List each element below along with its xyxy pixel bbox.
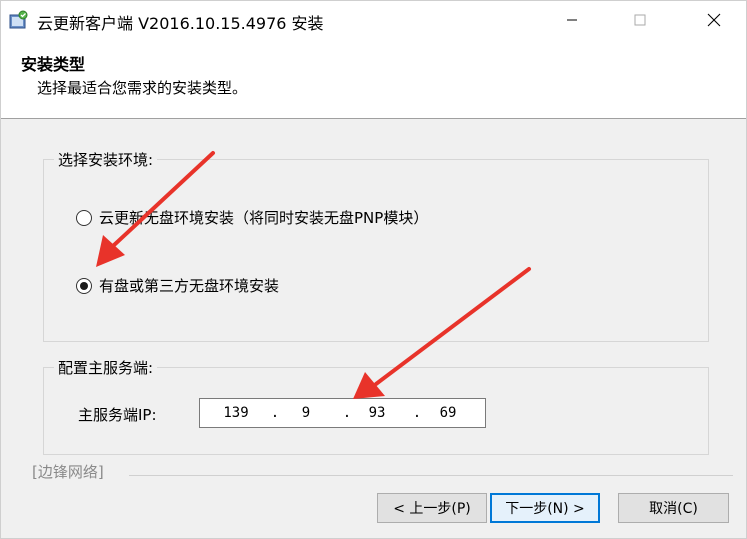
- minimize-icon: [567, 19, 577, 21]
- cancel-button[interactable]: 取消(C): [618, 493, 729, 523]
- page-header: 安装类型 选择最适合您需求的安装类型。: [1, 39, 746, 119]
- radio-option-disk-or-third-party-label: 有盘或第三方无盘环境安装: [99, 277, 280, 295]
- ip-dot: .: [270, 405, 280, 421]
- back-button[interactable]: < 上一步(P): [377, 493, 487, 523]
- server-ip-input[interactable]: 139 . 9 . 93 . 69: [199, 398, 486, 428]
- install-environment-label: 选择安装环境:: [54, 149, 158, 170]
- close-icon: [707, 13, 721, 27]
- next-button[interactable]: 下一步(N) >: [490, 493, 600, 523]
- header-divider: [1, 118, 746, 119]
- server-config-group: 配置主服务端: 主服务端IP: 139 . 9 . 93 . 69: [43, 357, 709, 455]
- ip-dot: .: [412, 405, 422, 421]
- server-ip-label: 主服务端IP:: [78, 406, 157, 424]
- minimize-button[interactable]: [549, 1, 595, 39]
- radio-button-unchecked[interactable]: [76, 209, 92, 226]
- install-environment-group: 选择安装环境: 云更新无盘环境安装（将同时安装无盘PNP模块） 有盘或第三方无盘…: [43, 149, 709, 342]
- radio-option-cloud-diskless[interactable]: 云更新无盘环境安装（将同时安装无盘PNP模块）: [76, 207, 428, 228]
- installer-app-icon: [9, 10, 28, 29]
- window-title: 云更新客户端 V2016.10.15.4976 安装: [37, 14, 324, 33]
- maximize-button[interactable]: [617, 1, 663, 39]
- title-bar[interactable]: 云更新客户端 V2016.10.15.4976 安装: [1, 1, 746, 39]
- page-title: 安装类型: [21, 55, 86, 74]
- radio-button-checked[interactable]: [76, 277, 92, 294]
- ip-octet-4[interactable]: 69: [428, 405, 468, 421]
- footer-divider: [129, 475, 733, 476]
- ip-octet-3[interactable]: 93: [357, 405, 397, 421]
- radio-option-cloud-diskless-label: 云更新无盘环境安装（将同时安装无盘PNP模块）: [99, 209, 429, 227]
- ip-octet-2[interactable]: 9: [286, 405, 326, 421]
- brand-label: [边锋网络]: [32, 463, 104, 481]
- close-button[interactable]: [691, 1, 737, 39]
- radio-option-disk-or-third-party[interactable]: 有盘或第三方无盘环境安装: [76, 275, 279, 296]
- installer-window: 云更新客户端 V2016.10.15.4976 安装 安装类型 选择最适合您需求…: [0, 0, 747, 539]
- page-subtitle: 选择最适合您需求的安装类型。: [37, 79, 248, 97]
- ip-octet-1[interactable]: 139: [216, 405, 256, 421]
- server-config-label: 配置主服务端:: [54, 357, 158, 378]
- ip-dot: .: [342, 405, 352, 421]
- maximize-icon: [634, 14, 646, 26]
